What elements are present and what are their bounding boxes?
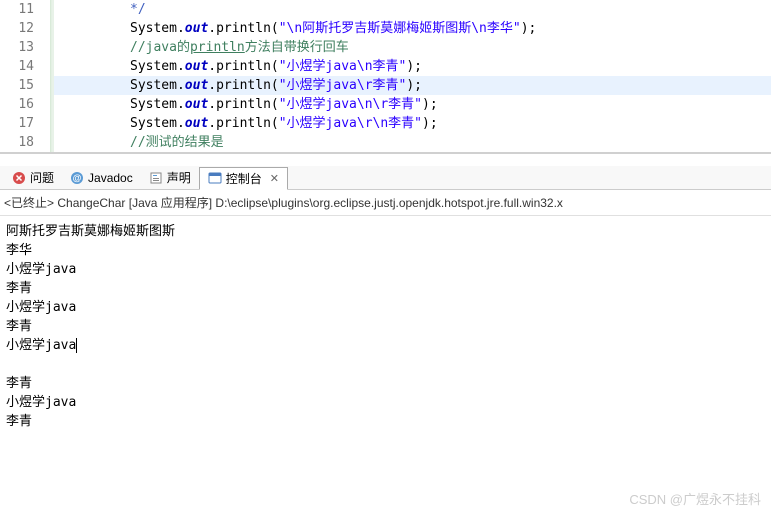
tab-label: 控制台	[226, 170, 262, 187]
output-line	[6, 355, 765, 374]
code-line-content: System.out.println("小煜学java\n李青");	[54, 57, 422, 76]
bottom-panel: 问题 @ Javadoc 声明 控制台 ✕ <已终止> ChangeChar […	[0, 166, 771, 437]
svg-text:@: @	[73, 173, 82, 183]
code-line-content: */	[54, 0, 146, 19]
process-status: <已终止> ChangeChar [Java 应用程序] D:\eclipse\…	[0, 190, 771, 216]
output-line: 阿斯托罗吉斯莫娜梅姬斯图斯	[6, 222, 765, 241]
line-number: 17	[0, 114, 54, 133]
output-line: 李青	[6, 412, 765, 431]
tabs-bar: 问题 @ Javadoc 声明 控制台 ✕	[0, 166, 771, 190]
code-line-content: //java的println方法自带换行回车	[54, 38, 349, 57]
output-line: 李青	[6, 374, 765, 393]
error-icon	[12, 171, 26, 185]
line-number: 16	[0, 95, 54, 114]
tab-javadoc[interactable]: @ Javadoc	[62, 169, 141, 187]
tab-declaration[interactable]: 声明	[141, 167, 199, 188]
line-number: 13	[0, 38, 54, 57]
tab-label: 问题	[30, 169, 54, 186]
code-line-content: System.out.println("小煜学java\r李青");	[54, 76, 422, 95]
line-number: 18	[0, 133, 54, 152]
javadoc-icon: @	[70, 171, 84, 185]
line-number: 14	[0, 57, 54, 76]
code-editor[interactable]: 11 */ 12 System.out.println("\n阿斯托罗吉斯莫娜梅…	[0, 0, 771, 154]
tab-problems[interactable]: 问题	[4, 167, 62, 188]
code-line-content: //测试的结果是	[54, 133, 224, 152]
console-output[interactable]: 阿斯托罗吉斯莫娜梅姬斯图斯 李华 小煜学java 李青 小煜学java 李青 小…	[0, 216, 771, 437]
output-line: 小煜学java	[6, 260, 765, 279]
output-line: 李华	[6, 241, 765, 260]
tab-label: Javadoc	[88, 171, 133, 185]
line-number: 12	[0, 19, 54, 38]
code-line-content: System.out.println("小煜学java\n\r李青");	[54, 95, 438, 114]
output-line: 小煜学java	[6, 336, 765, 355]
output-line: 小煜学java	[6, 393, 765, 412]
watermark: CSDN @广煜永不挂科	[629, 489, 761, 508]
declaration-icon	[149, 171, 163, 185]
console-icon	[208, 171, 222, 185]
output-line: 李青	[6, 279, 765, 298]
close-icon[interactable]: ✕	[270, 172, 279, 185]
code-line-content: System.out.println("\n阿斯托罗吉斯莫娜梅姬斯图斯\n李华"…	[54, 19, 536, 38]
line-number: 11	[0, 0, 54, 19]
output-line: 小煜学java	[6, 298, 765, 317]
tab-console[interactable]: 控制台 ✕	[199, 167, 288, 190]
output-line: 李青	[6, 317, 765, 336]
code-line-content: System.out.println("小煜学java\r\n李青");	[54, 114, 438, 133]
tab-label: 声明	[167, 169, 191, 186]
line-number: 15	[0, 76, 54, 95]
